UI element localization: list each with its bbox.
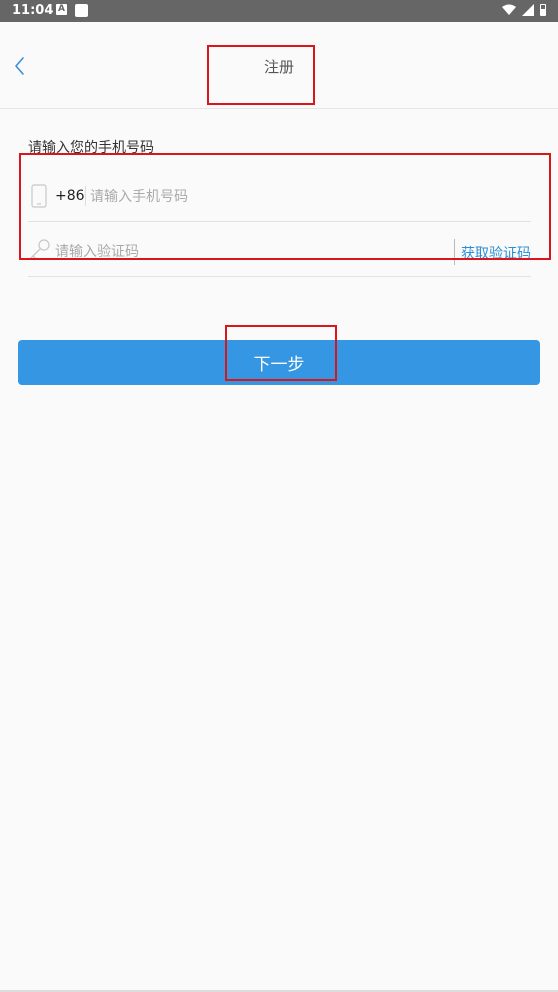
country-code[interactable]: +86	[55, 188, 85, 204]
page-title: 注册	[263, 58, 294, 76]
verification-code-input[interactable]	[55, 241, 355, 263]
app-header: 注册	[0, 22, 558, 109]
status-time: 11:04	[12, 3, 54, 18]
phone-divider	[85, 186, 86, 206]
status-left-icons: A	[56, 4, 88, 17]
get-code-divider	[454, 239, 455, 265]
form-label: 请输入您的手机号码	[28, 140, 154, 156]
phone-row: +86	[28, 167, 531, 222]
square-notification-icon	[75, 4, 88, 17]
status-right-icons	[502, 4, 546, 16]
code-row: 获取验证码	[28, 222, 531, 277]
wifi-icon	[502, 4, 516, 15]
a-notification-icon: A	[56, 4, 67, 15]
signal-icon	[522, 4, 534, 16]
next-step-button[interactable]: 下一步	[18, 340, 540, 385]
get-code-button[interactable]: 获取验证码	[461, 243, 531, 263]
phone-icon	[31, 184, 47, 208]
status-bar: 11:04 A	[0, 0, 558, 22]
key-icon	[29, 239, 50, 260]
phone-input[interactable]	[90, 186, 390, 208]
battery-icon	[540, 4, 546, 16]
